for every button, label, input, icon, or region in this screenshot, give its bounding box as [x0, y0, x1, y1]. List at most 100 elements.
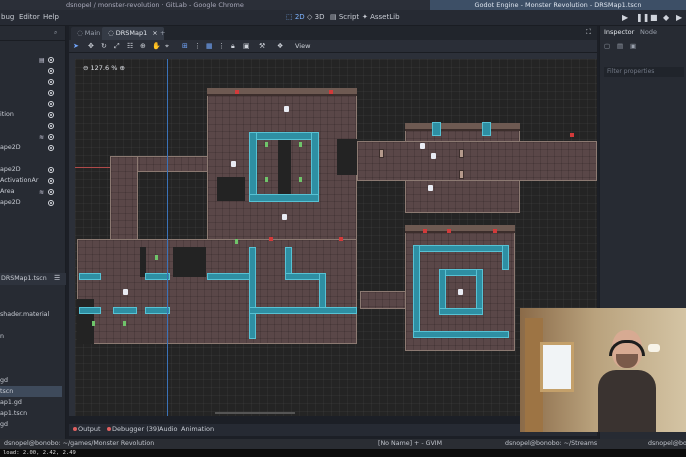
- item-marker[interactable]: [155, 255, 158, 260]
- pan-tool-icon[interactable]: ✋: [152, 42, 161, 50]
- visibility-eye-icon[interactable]: [48, 123, 54, 129]
- item-marker[interactable]: [299, 142, 302, 147]
- menu-help[interactable]: Help: [43, 13, 59, 21]
- debugger-tab[interactable]: Debugger (39): [107, 425, 160, 433]
- file-item[interactable]: gd: [0, 375, 62, 386]
- file-item[interactable]: gd: [0, 419, 62, 430]
- snap-toggle-icon[interactable]: ⊞: [182, 42, 188, 50]
- tree-row[interactable]: [0, 120, 60, 131]
- visibility-eye-icon[interactable]: [48, 167, 54, 173]
- visibility-eye-icon[interactable]: [48, 112, 54, 118]
- tab-inspector[interactable]: Inspector: [604, 28, 634, 36]
- file-item[interactable]: n: [0, 331, 62, 342]
- visibility-eye-icon[interactable]: [48, 101, 54, 107]
- tree-row[interactable]: ape2D: [0, 197, 60, 208]
- visibility-eye-icon[interactable]: [48, 134, 54, 140]
- visibility-eye-icon[interactable]: [48, 200, 54, 206]
- canvas-viewport[interactable]: ⊖ 127.6 % ⊕: [75, 59, 597, 416]
- taskbar-terminal-1[interactable]: dsnopel@bonobo: ~/games/Monster Revoluti…: [4, 439, 154, 449]
- snap-options-icon[interactable]: ⋮: [194, 42, 201, 50]
- select-tool-icon[interactable]: ➤: [73, 42, 79, 50]
- workspace-2d-button[interactable]: ⬚ 2D: [286, 13, 305, 21]
- file-item[interactable]: ap1.gd: [0, 397, 62, 408]
- npc-sprite[interactable]: [458, 289, 463, 295]
- tree-row[interactable]: ape2D: [0, 142, 60, 153]
- signal-icon[interactable]: ≋: [39, 187, 44, 197]
- list-view-icon[interactable]: ☰: [54, 274, 60, 282]
- zoom-out-icon[interactable]: ⊖: [83, 64, 91, 72]
- signal-icon[interactable]: ≋: [39, 132, 44, 142]
- tree-row[interactable]: ≋: [0, 131, 60, 142]
- visibility-eye-icon[interactable]: [48, 189, 54, 195]
- tree-row[interactable]: Area ≋: [0, 186, 60, 197]
- item-marker[interactable]: [235, 239, 238, 244]
- npc-sprite[interactable]: [284, 106, 289, 112]
- workspace-script-button[interactable]: ▤ Script: [330, 13, 359, 21]
- tree-row[interactable]: [0, 98, 60, 109]
- visibility-eye-icon[interactable]: [48, 68, 54, 74]
- file-item[interactable]: [0, 286, 62, 297]
- menu-debug[interactable]: bug: [1, 13, 14, 21]
- npc-sprite[interactable]: [282, 214, 287, 220]
- filter-properties-input[interactable]: Filter properties: [604, 67, 684, 77]
- menu-editor[interactable]: Editor: [19, 13, 40, 21]
- npc-sprite[interactable]: [231, 161, 236, 167]
- tree-row[interactable]: [0, 65, 60, 76]
- visibility-eye-icon[interactable]: [48, 90, 54, 96]
- bone-icon[interactable]: ⚒: [259, 42, 265, 50]
- tree-row[interactable]: [0, 87, 60, 98]
- file-item[interactable]: ap1.tscn: [0, 408, 62, 419]
- grid-snap-icon[interactable]: ▦: [206, 42, 213, 50]
- npc-sprite[interactable]: [428, 185, 433, 191]
- open-resource-icon[interactable]: ▤: [617, 42, 623, 50]
- play-custom-icon[interactable]: ▶: [676, 13, 682, 22]
- item-marker[interactable]: [265, 177, 268, 182]
- save-resource-icon[interactable]: ▣: [630, 42, 636, 50]
- item-marker[interactable]: [123, 321, 126, 326]
- rotate-tool-icon[interactable]: ↻: [101, 42, 107, 50]
- tab-main[interactable]: ◌ Main: [71, 27, 107, 40]
- taskbar-gvim[interactable]: [No Name] + - GVIM: [378, 439, 442, 449]
- group-icon[interactable]: ▣: [243, 42, 250, 50]
- workspace-assetlib-button[interactable]: ✦ AssetLib: [362, 13, 400, 21]
- tree-row[interactable]: [0, 76, 60, 87]
- workspace-3d-button[interactable]: ◇ 3D: [307, 13, 324, 21]
- item-marker[interactable]: [299, 177, 302, 182]
- scale-tool-icon[interactable]: ⤢: [114, 42, 120, 51]
- pause-icon[interactable]: ❚❚: [636, 13, 649, 22]
- taskbar-terminal-2[interactable]: dsnopel@bonobo: ~/Streams: [505, 439, 597, 449]
- fullscreen-icon[interactable]: ⛶: [586, 28, 591, 37]
- animation-tab[interactable]: Animation: [181, 425, 214, 433]
- play-icon[interactable]: ▶: [622, 13, 628, 22]
- move-tool-icon[interactable]: ✥: [88, 42, 94, 50]
- spawn-marker[interactable]: [235, 90, 239, 94]
- audio-tab[interactable]: Audio: [159, 425, 177, 433]
- tree-row[interactable]: ▤: [0, 54, 60, 65]
- taskbar-terminal-3[interactable]: dsnopel@bo: [648, 439, 686, 449]
- spawn-marker[interactable]: [447, 229, 451, 233]
- spawn-marker[interactable]: [269, 237, 273, 241]
- spawn-marker[interactable]: [570, 133, 574, 137]
- tree-row[interactable]: ape2D: [0, 164, 60, 175]
- npc-sprite[interactable]: [123, 289, 128, 295]
- script-icon[interactable]: ▤: [39, 55, 45, 65]
- filesystem-path[interactable]: DRSMap1.tscn: [1, 275, 47, 282]
- spawn-marker[interactable]: [493, 229, 497, 233]
- item-marker[interactable]: [265, 142, 268, 147]
- lock-icon[interactable]: 🔒︎: [231, 42, 235, 51]
- visibility-eye-icon[interactable]: [48, 178, 54, 184]
- visibility-eye-icon[interactable]: [48, 57, 54, 63]
- file-item-selected[interactable]: tscn: [0, 386, 62, 397]
- spawn-marker[interactable]: [423, 229, 427, 233]
- spawn-marker[interactable]: [329, 90, 333, 94]
- output-tab[interactable]: Output: [73, 425, 101, 433]
- visibility-eye-icon[interactable]: [48, 145, 54, 151]
- file-item[interactable]: shader.material: [0, 309, 62, 320]
- npc-sprite[interactable]: [431, 153, 436, 159]
- zoom-in-icon[interactable]: ⊕: [117, 64, 124, 72]
- tree-row[interactable]: ition: [0, 109, 60, 120]
- spawn-marker[interactable]: [339, 237, 343, 241]
- camera-icon[interactable]: ❖: [277, 42, 283, 50]
- smart-snap-icon[interactable]: ⋮: [218, 42, 225, 50]
- tree-row[interactable]: ActivationAr: [0, 175, 60, 186]
